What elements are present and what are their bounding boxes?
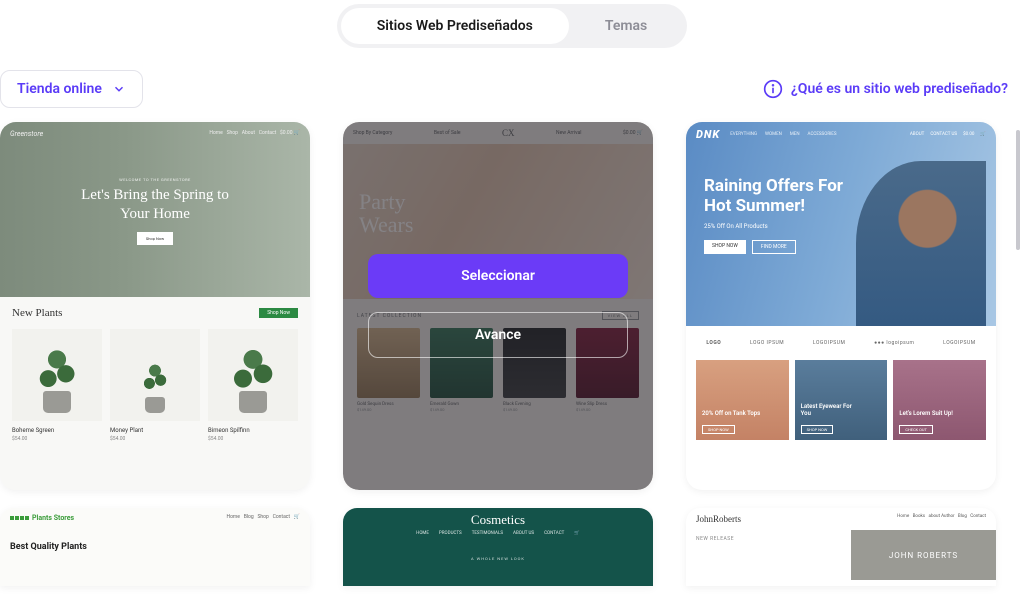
t4-heading: Best Quality Plants xyxy=(10,542,300,552)
t5-eyebrow: A WHOLE NEW LOOK xyxy=(343,556,653,561)
help-link[interactable]: ¿Qué es un sitio web prediseñado? xyxy=(763,79,1008,99)
t3-brand-logos: LOGOLOGO IPSUMLOGOIPSUM●●● logoipsumLOGO… xyxy=(686,326,996,360)
dropdown-label: Tienda online xyxy=(17,81,102,97)
category-dropdown[interactable]: Tienda online xyxy=(0,70,143,108)
tabs-container: Sitios Web Prediseñados Temas xyxy=(0,0,1024,56)
template-grid: Greenstore Home Shop About Contact $0.00… xyxy=(0,122,1024,586)
t1-nav: Home Shop About Contact $0.00 🛒 xyxy=(209,130,300,138)
select-button[interactable]: Seleccionar xyxy=(368,254,628,298)
scrollbar[interactable] xyxy=(1016,130,1020,250)
t1-logo: Greenstore xyxy=(10,130,43,138)
help-label: ¿Qué es un sitio web prediseñado? xyxy=(791,81,1008,97)
template-card-dnk[interactable]: DNK EVERYTHINGWOMENMENACCESSORIES ABOUTC… xyxy=(686,122,996,490)
tab-themes[interactable]: Temas xyxy=(569,8,683,44)
t5-logo: Cosmetics xyxy=(343,508,653,528)
t3-logo: DNK xyxy=(696,128,720,141)
chevron-down-icon xyxy=(112,82,126,96)
t1-title: Let's Bring the Spring toYour Home xyxy=(0,186,310,224)
t1-shop-pill: Shop Now xyxy=(259,308,298,318)
t6-section: NEW RELEASE xyxy=(686,530,851,580)
t1-eyebrow: WELCOME TO THE GREENSTORE xyxy=(0,177,310,182)
t6-logo: JohnRoberts xyxy=(696,514,741,524)
template-card-greenstore[interactable]: Greenstore Home Shop About Contact $0.00… xyxy=(0,122,310,490)
preview-button[interactable]: Avance xyxy=(368,312,628,358)
t1-shop-btn: Shop Now xyxy=(137,232,173,245)
t1-section-title: New Plants xyxy=(12,307,62,319)
tabs-pill: Sitios Web Prediseñados Temas xyxy=(337,4,688,48)
template-overlay: Seleccionar Avance xyxy=(343,122,653,490)
template-card-cx[interactable]: Shop By Category Best of Sale CX New Arr… xyxy=(343,122,653,490)
info-icon xyxy=(763,79,783,99)
t3-hero-sub: 25% Off On All Products xyxy=(704,223,843,230)
t1-hero: Greenstore Home Shop About Contact $0.00… xyxy=(0,122,310,297)
t3-hero-title: Raining Offers ForHot Summer! xyxy=(704,176,843,217)
tab-predesigned[interactable]: Sitios Web Prediseñados xyxy=(341,8,569,44)
t3-model-image xyxy=(856,161,986,326)
subbar: Tienda online ¿Qué es un sitio web predi… xyxy=(0,56,1024,122)
template-card-johnroberts[interactable]: JohnRoberts Home Books about Author Blog… xyxy=(686,508,996,586)
template-card-plants[interactable]: Plants Stores Home Blog Shop Contact 🛒 B… xyxy=(0,508,310,586)
t4-logo: Plants Stores xyxy=(10,514,74,522)
t6-author: JOHN ROBERTS xyxy=(851,530,996,580)
template-card-cosmetics[interactable]: Cosmetics HOMEPRODUCTSTESTIMONIALSABOUT … xyxy=(343,508,653,586)
